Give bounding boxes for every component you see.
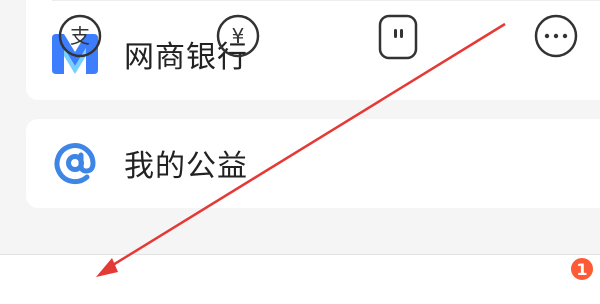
menu-item-label: 我的公益	[124, 149, 248, 184]
svg-text:¥: ¥	[232, 24, 245, 48]
charity-logo-icon	[50, 138, 100, 188]
svg-text:支: 支	[70, 24, 90, 48]
more-icon	[534, 14, 578, 58]
menu-card-charity: 我的公益	[26, 119, 600, 208]
bottom-tab-bar	[0, 254, 600, 304]
menu-card-bank: 网商银行	[26, 0, 600, 100]
alipay-icon: 支	[58, 14, 102, 58]
tab-video[interactable]	[374, 12, 422, 60]
tab-wealth[interactable]: ¥	[214, 12, 262, 60]
wealth-yuan-icon: ¥	[216, 14, 260, 58]
notification-badge: 1	[569, 256, 595, 282]
divider	[52, 0, 600, 1]
tab-more[interactable]	[532, 12, 580, 60]
video-icon	[378, 14, 418, 60]
menu-item-charity[interactable]: 我的公益	[50, 138, 248, 188]
tab-home[interactable]: 支	[56, 12, 104, 60]
